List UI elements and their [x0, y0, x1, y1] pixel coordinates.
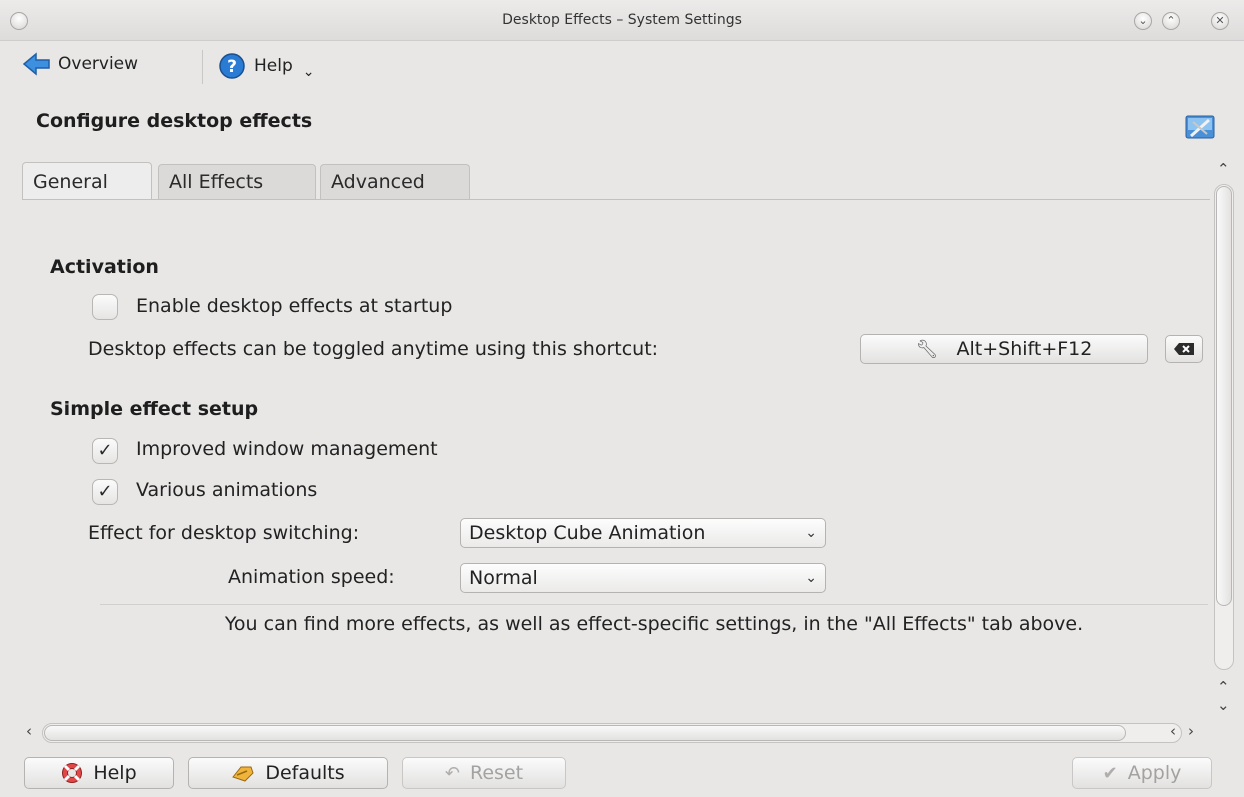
scroll-left-icon[interactable]: ‹ — [1170, 722, 1176, 740]
improved-wm-checkbox[interactable]: ✓ — [92, 438, 118, 464]
animations-checkbox[interactable]: ✓ — [92, 479, 118, 505]
activation-heading: Activation — [50, 256, 159, 278]
svg-text:?: ? — [227, 57, 237, 77]
enable-startup-checkbox[interactable] — [92, 294, 118, 320]
clear-icon — [1174, 343, 1194, 355]
help-label: Help — [254, 56, 293, 76]
switching-label: Effect for desktop switching: — [88, 522, 360, 544]
toolbar-separator — [202, 50, 203, 84]
improved-wm-label[interactable]: Improved window management — [136, 438, 438, 460]
maximize-button[interactable]: ⌃ — [1162, 12, 1180, 30]
help-icon: ? — [219, 53, 245, 79]
close-button[interactable]: ✕ — [1211, 12, 1229, 30]
clear-shortcut-button[interactable] — [1165, 335, 1203, 363]
overview-button[interactable]: Overview — [22, 52, 138, 76]
apply-button[interactable]: ✔ Apply — [1072, 757, 1212, 789]
help-button[interactable]: Help — [24, 757, 174, 789]
info-text: You can find more effects, as well as ef… — [224, 613, 1084, 635]
tab-general[interactable]: General — [22, 162, 152, 199]
overview-label: Overview — [58, 54, 139, 74]
undo-icon: ↶ — [444, 762, 460, 784]
page-title: Configure desktop effects — [36, 110, 313, 132]
minimize-button[interactable]: ⌄ — [1134, 12, 1152, 30]
shortcut-button[interactable]: 🔧︎ Alt+Shift+F12 — [860, 334, 1148, 364]
shortcut-value: Alt+Shift+F12 — [956, 338, 1093, 360]
scroll-right-icon[interactable]: › — [1188, 722, 1194, 740]
tab-all-effects[interactable]: All Effects — [158, 164, 316, 199]
defaults-button-label: Defaults — [265, 762, 345, 784]
reset-button[interactable]: ↶ Reset — [402, 757, 566, 789]
window-titlebar: Desktop Effects – System Settings ⌄ ⌃ ✕ — [0, 0, 1244, 41]
enable-startup-label[interactable]: Enable desktop effects at startup — [136, 295, 452, 317]
reset-button-label: Reset — [470, 762, 524, 784]
desktop-effects-icon — [1185, 115, 1215, 139]
divider — [100, 604, 1208, 605]
help-lifebuoy-icon — [62, 763, 83, 783]
checkmark-icon: ✔ — [1102, 762, 1118, 784]
simple-setup-heading: Simple effect setup — [50, 398, 259, 420]
toolbar: Overview ? Help ⌄ — [0, 44, 1244, 90]
switching-select[interactable]: Desktop Cube Animation ⌄ — [460, 518, 826, 548]
scroll-left-icon[interactable]: ‹ — [26, 722, 32, 740]
vertical-scrollbar[interactable]: ⌃ ⌃ ⌄ — [1213, 160, 1237, 720]
scroll-up-icon[interactable]: ⌃ — [1217, 160, 1230, 178]
speed-label: Animation speed: — [228, 566, 395, 588]
tab-divider — [22, 199, 1210, 200]
vertical-scroll-track[interactable] — [1214, 184, 1234, 670]
horizontal-scroll-track[interactable] — [42, 723, 1182, 743]
horizontal-scrollbar[interactable]: ‹ ‹ › — [22, 722, 1212, 744]
horizontal-scroll-thumb[interactable] — [44, 725, 1126, 741]
defaults-icon — [232, 766, 254, 782]
back-arrow-icon — [22, 52, 50, 76]
window-title: Desktop Effects – System Settings — [502, 12, 742, 28]
scroll-up-icon[interactable]: ⌃ — [1217, 678, 1230, 696]
switching-value: Desktop Cube Animation — [469, 522, 706, 544]
chevron-down-icon: ⌄ — [805, 570, 817, 586]
animations-label[interactable]: Various animations — [136, 479, 317, 501]
chevron-down-icon: ⌄ — [805, 525, 817, 541]
speed-select[interactable]: Normal ⌄ — [460, 563, 826, 593]
wrench-icon: 🔧︎ — [915, 338, 939, 360]
vertical-scroll-thumb[interactable] — [1216, 186, 1232, 606]
defaults-button[interactable]: Defaults — [188, 757, 388, 789]
help-menu-button[interactable]: ? Help ⌄ — [218, 52, 315, 80]
help-button-label: Help — [93, 762, 137, 784]
tab-advanced[interactable]: Advanced — [320, 164, 470, 199]
scroll-down-icon[interactable]: ⌄ — [1217, 696, 1230, 714]
shortcut-label: Desktop effects can be toggled anytime u… — [88, 338, 659, 360]
apply-button-label: Apply — [1127, 762, 1182, 784]
chevron-down-icon: ⌄ — [302, 64, 315, 80]
speed-value: Normal — [469, 567, 538, 589]
